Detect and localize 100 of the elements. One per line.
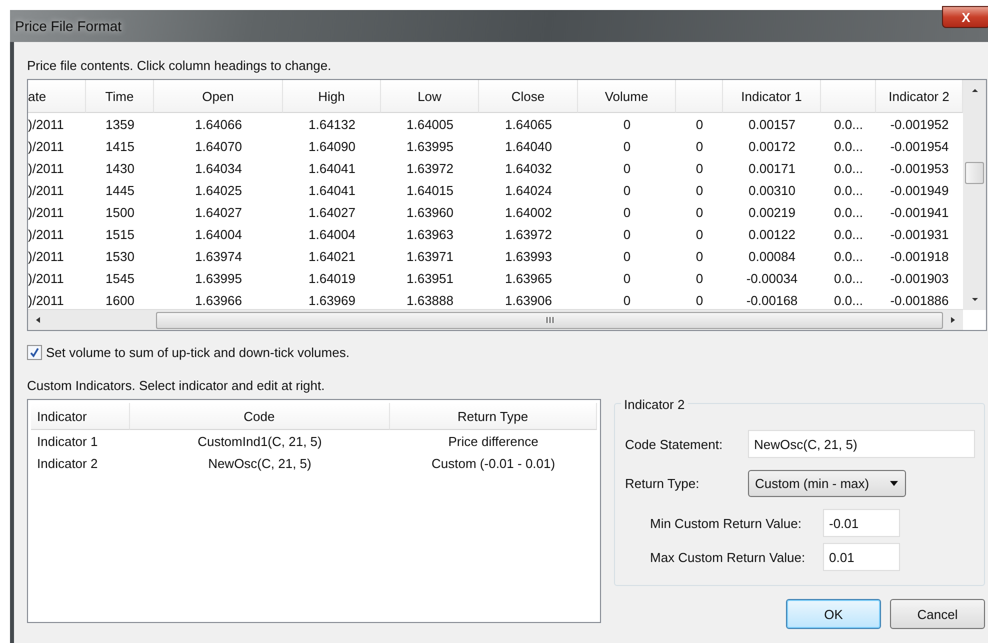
field-label: Min Custom Return Value: — [649, 516, 802, 530]
table-cell: )/2011 — [28, 182, 64, 198]
column-header[interactable]: Indicator 1 — [723, 80, 821, 113]
table-cell: 1.64005 — [406, 116, 454, 132]
table-cell: 1.64034 — [195, 160, 242, 176]
ok-button[interactable]: OK — [786, 599, 881, 629]
table-cell: )/2011 — [28, 248, 64, 264]
table-cell: )/2011 — [28, 292, 64, 308]
table-cell: 1.63965 — [505, 270, 552, 286]
check-icon — [29, 347, 40, 358]
table-cell: 0 — [696, 138, 704, 154]
table-cell: 1.63888 — [406, 292, 454, 308]
column-header[interactable]: Indicator 2 — [876, 80, 963, 113]
table-cell: 0.00122 — [748, 226, 796, 242]
table-cell: 1.64066 — [195, 116, 242, 132]
table-cell: 1.63963 — [406, 226, 454, 242]
column-header[interactable]: Volume — [578, 80, 676, 113]
column-header[interactable] — [821, 80, 876, 113]
table-cell: 0.0... — [834, 204, 863, 220]
grip-icon — [546, 316, 554, 324]
table-cell: 1.64065 — [505, 116, 552, 132]
table-cell: 1.64070 — [195, 138, 242, 154]
table-cell: 1500 — [106, 204, 134, 220]
table-cell: 1.64024 — [505, 182, 552, 198]
table-cell: 0.0... — [834, 226, 863, 242]
list-cell: Custom (-0.01 - 0.01) — [432, 456, 556, 470]
dropdown-arrow-icon — [889, 480, 899, 486]
list-cell: Indicator 2 — [37, 456, 98, 470]
table-cell: 1445 — [106, 182, 134, 198]
checkbox-label: Set volume to sum of up-tick and down-tick volumes. — [46, 345, 350, 360]
table-cell: 0 — [696, 204, 704, 220]
table-cell: 0.0... — [834, 270, 863, 286]
table-cell: -0.001886 — [890, 292, 949, 308]
table-cell: 1415 — [106, 138, 134, 154]
table-cell: -0.001949 — [890, 182, 949, 198]
table-cell: 1.64041 — [308, 182, 356, 198]
column-header[interactable]: Code — [130, 403, 390, 430]
table-cell: 1.64004 — [195, 226, 242, 242]
list-row[interactable]: Indicator 2 NewOsc(C, 21, 5) Custom (-0.01 - 0.01) — [31, 452, 597, 474]
return-type-dropdown[interactable]: Custom (min - max) — [748, 470, 906, 497]
column-header[interactable]: High — [283, 80, 381, 113]
table-cell: 0 — [623, 204, 631, 220]
table-cell: 0.0... — [834, 182, 863, 198]
table-cell: 1.64002 — [505, 204, 552, 220]
table-cell: 0 — [623, 226, 631, 242]
table-cell: )/2011 — [28, 226, 64, 242]
table-cell: 0 — [696, 270, 704, 286]
table-cell: -0.00034 — [746, 270, 798, 286]
scroll-thumb[interactable] — [965, 162, 984, 184]
table-cell: 1.63993 — [505, 248, 552, 264]
table-cell: 1.63960 — [406, 204, 454, 220]
column-header[interactable]: Time — [86, 80, 154, 113]
column-header[interactable]: Low — [381, 80, 479, 113]
table-cell: 0 — [623, 270, 631, 286]
table-cell: 1545 — [106, 270, 134, 286]
table-cell: 1.64019 — [308, 270, 356, 286]
table-cell: 0 — [696, 116, 704, 132]
vertical-scrollbar[interactable] — [963, 80, 986, 310]
table-cell: 0 — [696, 182, 704, 198]
column-header[interactable] — [676, 80, 723, 113]
table-cell: -0.001903 — [890, 270, 949, 286]
table-cell: -0.001953 — [890, 160, 949, 176]
table-cell: 1.63995 — [406, 138, 454, 154]
table-cell: 1.64015 — [406, 182, 454, 198]
table-cell: 0.00157 — [748, 116, 796, 132]
table-cell: 1.64040 — [505, 138, 552, 154]
table-cell: 0 — [623, 248, 631, 264]
table-cell: 1515 — [106, 226, 134, 242]
table-cell: 1.64032 — [505, 160, 552, 176]
table-cell: 1.63906 — [505, 292, 552, 308]
table-cell: )/2011 — [28, 116, 64, 132]
group-title: Indicator 2 — [621, 397, 688, 412]
table-cell: 1.63972 — [505, 226, 552, 242]
min-value-field[interactable]: -0.01 — [823, 509, 900, 537]
table-cell: 1.63971 — [406, 248, 454, 264]
window-title: Price File Format — [14, 18, 122, 34]
close-button[interactable]: X — [942, 6, 988, 28]
scroll-thumb[interactable] — [156, 312, 943, 329]
table-cell: 0 — [623, 182, 631, 198]
table-cell: 0 — [696, 160, 704, 176]
horizontal-scrollbar[interactable] — [28, 309, 963, 330]
list-row[interactable]: Indicator 1 CustomInd1(C, 21, 5) Price difference — [31, 430, 597, 452]
checkbox[interactable] — [27, 345, 42, 360]
table-cell: 0 — [696, 292, 704, 308]
table-cell: )/2011 — [28, 270, 64, 286]
table-cell: 0 — [623, 292, 631, 308]
table-cell: 1.63969 — [308, 292, 356, 308]
table-cell: 0.00310 — [748, 182, 796, 198]
max-value-field[interactable]: 0.01 — [823, 543, 900, 571]
table-cell: -0.00168 — [746, 292, 798, 308]
column-header[interactable]: Return Type — [390, 403, 597, 430]
cancel-button[interactable]: Cancel — [890, 599, 985, 629]
table-cell: 0 — [623, 160, 631, 176]
table-cell: 0.0... — [834, 248, 863, 264]
column-header[interactable]: Close — [479, 80, 578, 113]
column-header[interactable]: ate — [28, 80, 86, 113]
column-header[interactable]: Open — [154, 80, 283, 113]
code-field[interactable]: NewOsc(C, 21, 5) — [748, 430, 975, 458]
table-cell: 0.00171 — [748, 160, 796, 176]
column-header[interactable]: Indicator — [31, 403, 130, 430]
